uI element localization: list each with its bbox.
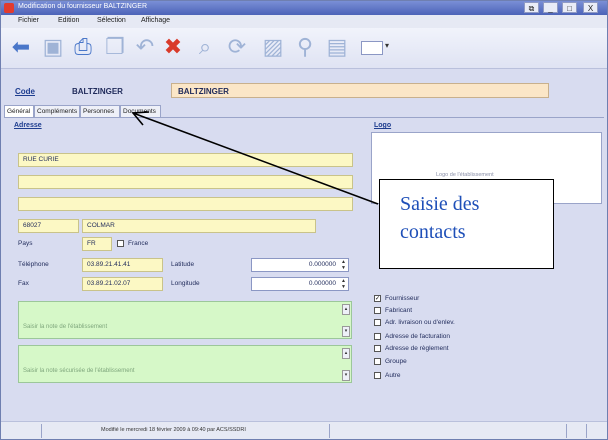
type-label-livraison: Adr. livraison ou d'enlev.	[385, 319, 455, 326]
maximize-button[interactable]: □	[562, 2, 577, 13]
save-icon[interactable]: ▣	[39, 32, 67, 62]
tab-personnes[interactable]: Personnes	[80, 105, 120, 117]
checkbox-reglement[interactable]	[374, 345, 381, 352]
longitude-spinner[interactable]: ▲ ▼	[339, 278, 348, 290]
name-field[interactable]: BALTZINGER	[171, 83, 549, 98]
list-icon[interactable]: ▤	[323, 32, 351, 62]
address-title: Adresse	[14, 122, 42, 129]
latitude-spinner[interactable]: ▲ ▼	[339, 259, 348, 271]
scroll-down-icon[interactable]: ▾	[342, 326, 350, 337]
checkbox-fournisseur[interactable]: ✓	[374, 295, 381, 302]
scroll-down-icon[interactable]: ▾	[342, 370, 350, 381]
type-label-reglement: Adresse de règlement	[385, 345, 449, 352]
latitude-field[interactable]: 0.000000	[251, 258, 349, 272]
note-placeholder: Saisir la note de l'établissement	[23, 324, 108, 330]
scroll-up-icon[interactable]: ▴	[342, 304, 350, 315]
telephone-field[interactable]: 03.89.21.41.41	[82, 258, 163, 272]
callout-line1: Saisie des	[400, 193, 480, 215]
type-label-facturation: Adresse de facturation	[385, 333, 451, 340]
note-field[interactable]: Saisir la note de l'établissement ▴ ▾	[18, 301, 352, 339]
city-field[interactable]: COLMAR	[82, 219, 316, 233]
postcode-field[interactable]: 68027	[18, 219, 79, 233]
latitude-label: Latitude	[171, 261, 195, 268]
checkbox-fabricant[interactable]	[374, 307, 381, 314]
secure-note-placeholder: Saisir la note sécurisée de l'établissem…	[23, 368, 135, 374]
app-icon	[4, 3, 14, 13]
back-arrow-icon[interactable]: ⬅	[7, 32, 35, 62]
refresh-icon[interactable]: ⟳	[223, 32, 251, 62]
view-dropdown[interactable]	[361, 41, 383, 55]
restore-icon[interactable]: ⧉	[524, 2, 539, 13]
type-label-groupe: Groupe	[385, 358, 407, 365]
status-divider	[329, 424, 330, 438]
print-icon[interactable]: ⎙	[69, 32, 97, 62]
telephone-label: Téléphone	[18, 261, 49, 268]
window-title: Modification du fournisseur BALTZINGER	[18, 3, 148, 10]
address-line3[interactable]	[18, 197, 353, 211]
code-value: BALTZINGER	[72, 87, 123, 96]
annotation-callout: Saisie des contacts	[379, 179, 554, 269]
tab-complements[interactable]: Compléments	[34, 105, 80, 117]
type-label-autre: Autre	[385, 372, 401, 379]
longitude-label: Longitude	[171, 280, 200, 287]
status-divider	[586, 424, 587, 438]
tab-general[interactable]: Général	[4, 105, 34, 117]
longitude-field[interactable]: 0.000000	[251, 277, 349, 291]
menu-edition[interactable]: Edition	[58, 17, 79, 24]
status-bar: Modifié le mercredi 18 février 2009 à 09…	[1, 421, 607, 439]
status-divider	[41, 424, 42, 438]
status-divider	[566, 424, 567, 438]
scroll-up-icon[interactable]: ▴	[342, 348, 350, 359]
code-label[interactable]: Code	[15, 87, 35, 96]
menu-bar: Fichier Edition Sélection Affichage	[1, 15, 607, 28]
minimize-button[interactable]: _	[543, 2, 558, 13]
address-line1[interactable]: RUE CURIE	[18, 153, 353, 167]
zoom-icon[interactable]: ⌕	[191, 32, 219, 62]
address-line2[interactable]	[18, 175, 353, 189]
country-code-field[interactable]: FR	[82, 237, 112, 251]
logo-caption: Logo de l'établissement	[436, 172, 494, 178]
pays-label: Pays	[18, 240, 33, 247]
country-checkbox[interactable]	[117, 240, 124, 247]
copy-icon[interactable]: ❐	[101, 32, 129, 62]
fax-label: Fax	[18, 280, 29, 287]
menu-affichage[interactable]: Affichage	[141, 17, 170, 24]
title-bar: Modification du fournisseur BALTZINGER ⧉…	[1, 1, 607, 15]
fax-field[interactable]: 03.89.21.02.07	[82, 277, 163, 291]
undo-icon[interactable]: ↶	[131, 32, 159, 62]
image-icon[interactable]: ▨	[259, 32, 287, 62]
checkbox-livraison[interactable]	[374, 319, 381, 326]
menu-fichier[interactable]: Fichier	[18, 17, 39, 24]
secure-note-field[interactable]: Saisir la note sécurisée de l'établissem…	[18, 345, 352, 383]
checkbox-facturation[interactable]	[374, 333, 381, 340]
toolbar: ⬅ ▣ ⎙ ❐ ↶ ✖ ⌕ ⟳ ▨ ⚲ ▤ ▾	[1, 28, 607, 69]
callout-line2: contacts	[400, 221, 466, 243]
country-name: France	[128, 240, 149, 247]
status-text: Modifié le mercredi 18 février 2009 à 09…	[101, 427, 246, 433]
type-label-fournisseur: Fournisseur	[385, 295, 420, 302]
supplier-window: Modification du fournisseur BALTZINGER ⧉…	[0, 0, 608, 440]
checkbox-autre[interactable]	[374, 372, 381, 379]
close-button[interactable]: X	[583, 2, 598, 13]
chevron-down-icon[interactable]: ▾	[385, 41, 389, 50]
menu-selection[interactable]: Sélection	[97, 17, 126, 24]
delete-icon[interactable]: ✖	[159, 32, 187, 62]
logo-title: Logo	[374, 122, 392, 129]
checkbox-groupe[interactable]	[374, 358, 381, 365]
search-icon[interactable]: ⚲	[291, 32, 319, 62]
tab-documents[interactable]: Documents	[120, 105, 161, 117]
type-label-fabricant: Fabricant	[385, 307, 413, 314]
